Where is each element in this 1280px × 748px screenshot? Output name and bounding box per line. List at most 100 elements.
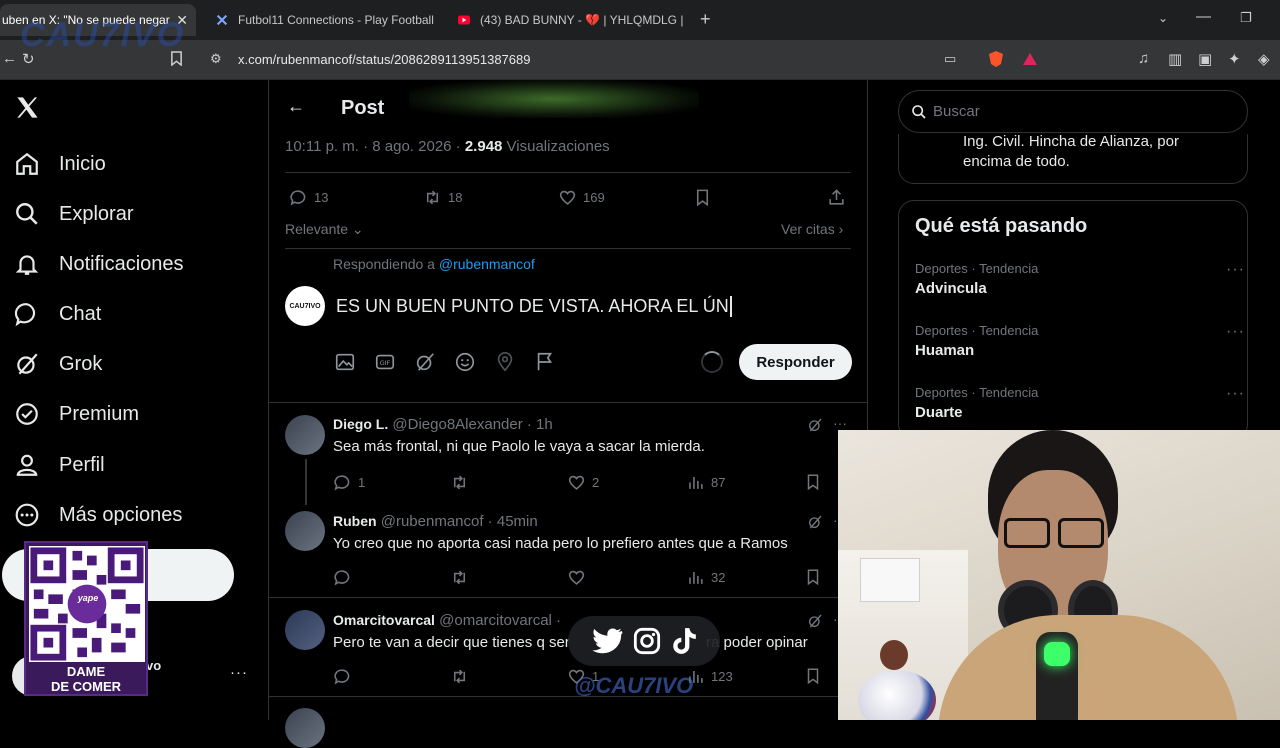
like-action[interactable]: 2 — [567, 473, 599, 492]
repost-icon — [426, 190, 439, 205]
tab-futbol11[interactable]: Futbol11 Connections - Play Football — [208, 4, 440, 36]
nav-item-chat[interactable]: Chat — [14, 292, 101, 336]
grok-icon — [17, 353, 38, 375]
nav-item-more[interactable]: Más opciones — [14, 493, 182, 537]
views-action[interactable]: 87 — [686, 473, 725, 492]
bookmark-icon[interactable] — [804, 473, 822, 491]
page-title: Post — [341, 97, 385, 119]
nav-item-premium[interactable]: Premium — [14, 392, 139, 436]
share-action[interactable] — [827, 188, 852, 207]
twitter-bird-icon — [592, 628, 623, 654]
views-action[interactable]: 32 — [686, 568, 725, 587]
more-icon[interactable]: ··· — [1226, 385, 1245, 403]
nav-item-explore[interactable]: Explorar — [14, 192, 133, 236]
section-title: Qué está pasando — [915, 215, 1088, 237]
webcam-overlay — [838, 430, 1280, 720]
avatar[interactable] — [285, 708, 325, 748]
reply-action[interactable] — [333, 667, 358, 686]
back-icon[interactable]: ← — [2, 50, 17, 67]
search-bar[interactable]: Buscar — [898, 90, 1248, 133]
restore-icon[interactable]: ❐ — [1240, 10, 1252, 26]
like-action[interactable] — [567, 568, 592, 587]
like-action[interactable]: 169 — [558, 188, 605, 207]
chevron-down-icon: ⌄ — [348, 221, 364, 237]
repost-action[interactable] — [450, 473, 475, 492]
flag-icon[interactable] — [534, 351, 556, 373]
analytics-icon — [689, 476, 703, 489]
leo-ai-icon[interactable]: ✦ — [1228, 50, 1241, 68]
reply-action[interactable]: 13 — [289, 188, 328, 207]
list-item[interactable]: Diego L. @Diego8Alexander · 1h Sea más f… — [269, 403, 867, 505]
bookmark-action[interactable] — [693, 188, 718, 207]
nav-item-profile[interactable]: Perfil — [14, 443, 105, 487]
grok-icon[interactable] — [807, 514, 823, 530]
more-icon[interactable]: ··· — [1226, 261, 1245, 279]
vpn-icon[interactable]: ◈ — [1258, 50, 1270, 68]
chevron-down-icon[interactable]: ⌄ — [1158, 11, 1168, 25]
emoji-icon[interactable] — [454, 351, 476, 373]
svg-text:GIF: GIF — [380, 359, 391, 367]
avatar[interactable] — [285, 610, 325, 650]
account-menu-icon[interactable]: ··· — [230, 664, 248, 681]
divider — [285, 172, 851, 173]
minimize-icon[interactable]: — — [1196, 8, 1211, 25]
address-bar: ← ↻ ⚙ x.com/rubenmancof/status/208628911… — [0, 40, 1280, 80]
yape-brand: yape — [77, 593, 99, 603]
trend-item[interactable]: Deportes · Tendencia Huaman ··· — [915, 323, 1244, 359]
bookmark-icon[interactable] — [804, 568, 822, 586]
new-tab-icon[interactable]: + — [700, 9, 711, 30]
repost-icon — [453, 669, 466, 684]
account-name: vo — [146, 658, 162, 673]
analytics-icon — [689, 571, 703, 584]
composer-avatar: CAU7IVO — [285, 286, 325, 326]
brave-rewards-icon[interactable] — [1022, 51, 1038, 71]
glasses-right — [1058, 518, 1104, 548]
instagram-icon — [633, 627, 661, 655]
qr-caption: DAME DE COMER — [50, 664, 122, 694]
x-logo-icon[interactable] — [14, 94, 41, 126]
reply-action[interactable] — [333, 568, 358, 587]
site-settings-icon[interactable]: ⚙ — [210, 51, 222, 67]
gif-icon[interactable]: GIF — [374, 351, 396, 373]
sidebar-toggle-icon[interactable]: ▥ — [1168, 50, 1182, 68]
media-icon[interactable]: ♫ — [1138, 50, 1149, 67]
social-handle: @CAU7IVO — [574, 673, 694, 698]
heart-icon — [568, 475, 585, 490]
trend-item[interactable]: Deportes · Tendencia Duarte ··· — [915, 385, 1244, 421]
trend-item[interactable]: Deportes · Tendencia Advincula ··· — [915, 261, 1244, 297]
nav-item-notifications[interactable]: Notificaciones — [14, 242, 184, 286]
repost-action[interactable]: 18 — [423, 188, 462, 207]
more-icon[interactable]: ··· — [833, 415, 847, 431]
grok-icon[interactable] — [414, 351, 436, 373]
nav-item-grok[interactable]: Grok — [14, 342, 102, 386]
youtube-icon — [456, 12, 472, 28]
reply-action[interactable]: 1 — [333, 473, 365, 492]
avatar[interactable] — [285, 511, 325, 551]
grok-icon[interactable] — [807, 613, 823, 629]
location-icon[interactable] — [494, 351, 516, 373]
search-icon — [16, 203, 38, 225]
wallet-icon[interactable]: ▣ — [1198, 50, 1212, 68]
repost-icon — [453, 570, 466, 585]
cast-icon[interactable]: ▭ — [944, 51, 956, 67]
media-icon[interactable] — [334, 351, 356, 373]
tab-youtube[interactable]: (43) BAD BUNNY - 💔 | YHLQMDLG | — [452, 4, 686, 36]
url-field[interactable]: x.com/rubenmancof/status/208628911395138… — [238, 52, 530, 67]
reply-text-input[interactable]: ES UN BUEN PUNTO DE VISTA. AHORA EL ÚN — [336, 296, 732, 317]
nav-item-home[interactable]: Inicio — [14, 142, 106, 186]
view-quotes-link[interactable]: Ver citas › — [781, 221, 843, 237]
avatar[interactable] — [285, 415, 325, 455]
reply-submit-button[interactable]: Responder — [739, 344, 852, 380]
back-arrow-icon[interactable]: ← — [287, 96, 305, 117]
bookmark-icon[interactable] — [804, 667, 822, 685]
more-icon[interactable]: ··· — [1226, 323, 1245, 341]
reply-icon — [290, 190, 306, 206]
search-input[interactable]: Buscar — [933, 103, 980, 120]
sort-dropdown[interactable]: Relevante ⌄ — [285, 221, 364, 238]
list-item[interactable]: Ruben @rubenmancof · 45min Yo creo que n… — [269, 500, 867, 598]
repost-action[interactable] — [450, 568, 475, 587]
brave-shield-icon[interactable] — [988, 50, 1004, 72]
bell-icon — [15, 255, 39, 275]
grok-icon[interactable] — [807, 417, 823, 433]
repost-action[interactable] — [450, 667, 475, 686]
